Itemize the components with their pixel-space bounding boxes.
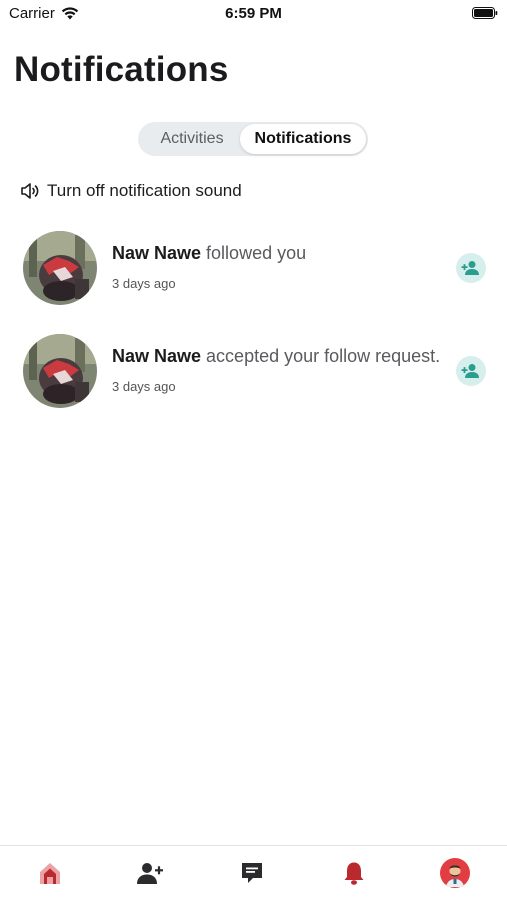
notification-timestamp: 3 days ago <box>112 276 176 291</box>
notification-action: accepted your follow request. <box>201 346 441 366</box>
notification-item[interactable]: Naw Nawe accepted your follow request. 3… <box>0 334 507 410</box>
segmented-control: Activities Notifications <box>138 122 368 156</box>
profile-avatar <box>440 858 470 888</box>
tab-notifications[interactable]: Notifications <box>240 124 366 154</box>
tab-home[interactable] <box>35 858 65 888</box>
notification-timestamp: 3 days ago <box>112 379 176 394</box>
notification-sound-label: Turn off notification sound <box>47 181 242 200</box>
notification-sound-toggle[interactable]: Turn off notification sound <box>20 181 242 201</box>
bell-icon <box>344 862 364 885</box>
tab-notifications[interactable] <box>339 858 369 888</box>
person-add-icon <box>461 364 479 378</box>
tab-add-friend[interactable] <box>135 858 165 888</box>
user-avatar[interactable] <box>23 334 97 408</box>
tab-activities[interactable]: Activities <box>142 124 242 154</box>
tab-messages[interactable] <box>237 858 267 888</box>
notification-text: Naw Nawe accepted your follow request. <box>112 346 440 367</box>
notification-username[interactable]: Naw Nawe <box>112 346 201 366</box>
follow-back-button[interactable] <box>456 253 486 283</box>
notification-action: followed you <box>201 243 307 263</box>
notification-text: Naw Nawe followed you <box>112 243 306 264</box>
chat-icon <box>242 863 262 883</box>
page-title: Notifications <box>14 50 229 89</box>
speaker-icon <box>21 183 39 199</box>
notification-item[interactable]: Naw Nawe followed you 3 days ago <box>0 231 507 307</box>
home-icon <box>40 863 60 884</box>
follow-back-button[interactable] <box>456 356 486 386</box>
bottom-tab-bar <box>0 845 507 901</box>
status-bar: Carrier 6:59 PM <box>0 0 507 28</box>
add-friend-icon <box>137 863 163 884</box>
notification-username[interactable]: Naw Nawe <box>112 243 201 263</box>
person-add-icon <box>461 261 479 275</box>
tab-profile[interactable] <box>440 858 470 888</box>
battery-icon <box>472 7 498 19</box>
user-avatar[interactable] <box>23 231 97 305</box>
status-time: 6:59 PM <box>225 5 282 22</box>
